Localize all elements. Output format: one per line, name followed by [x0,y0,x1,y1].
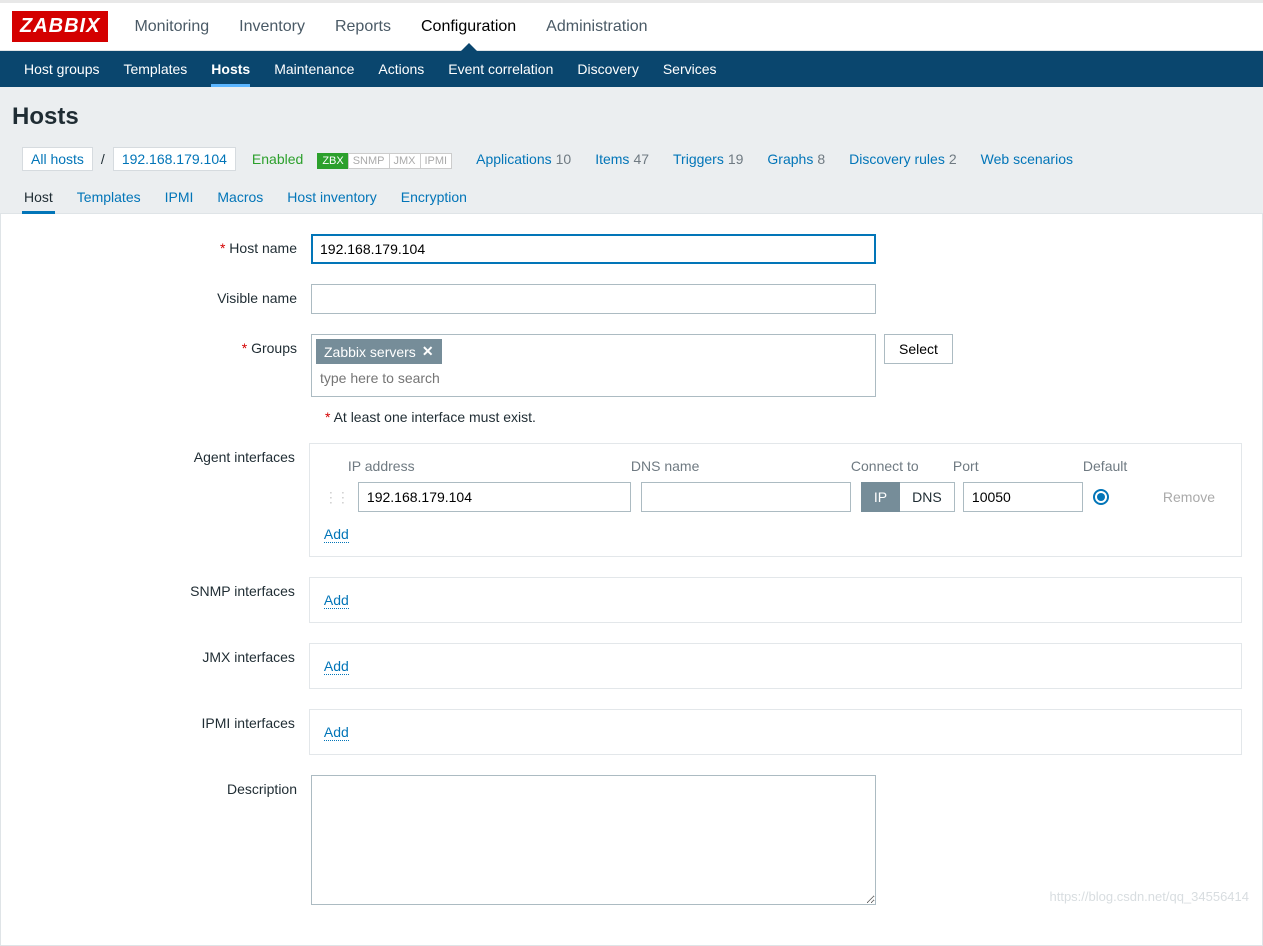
remove-interface-link: Remove [1163,489,1215,505]
main-nav: Monitoring Inventory Reports Configurati… [134,4,647,50]
agent-interfaces: IP address DNS name Connect to Port Defa… [309,443,1242,557]
nav-configuration[interactable]: Configuration [421,4,516,50]
connect-ip-button[interactable]: IP [861,482,900,512]
nav-monitoring[interactable]: Monitoring [134,4,209,50]
remove-tag-icon[interactable]: ✕ [422,343,434,360]
header-ip: IP address [348,458,621,474]
link-graphs[interactable]: Graphs8 [767,151,825,167]
header-default: Default [1083,458,1143,474]
groups-search-input[interactable] [316,364,516,392]
ipmi-interfaces: Add [309,709,1242,755]
groups-tagbox[interactable]: Zabbix servers ✕ [311,334,876,397]
agent-port-input[interactable] [963,482,1083,512]
subnav-host-groups[interactable]: Host groups [12,51,111,87]
status-enabled: Enabled [252,151,303,167]
tab-ipmi[interactable]: IPMI [163,181,196,213]
subnav-actions[interactable]: Actions [366,51,436,87]
group-tag[interactable]: Zabbix servers ✕ [316,339,442,364]
agent-interface-row: ⋮⋮ IP DNS Remove [324,482,1227,512]
sub-nav: Host groups Templates Hosts Maintenance … [0,51,1263,87]
proto-ipmi: IPMI [420,153,453,169]
subnav-event-correlation[interactable]: Event correlation [436,51,565,87]
description-label: Description [21,775,311,797]
agent-ip-input[interactable] [358,482,631,512]
interface-headers: IP address DNS name Connect to Port Defa… [324,458,1227,474]
subnav-templates[interactable]: Templates [111,51,199,87]
snmp-interfaces-label: SNMP interfaces [21,577,309,599]
tab-host[interactable]: Host [22,181,55,213]
default-radio[interactable] [1093,489,1109,505]
breadcrumb-host[interactable]: 192.168.179.104 [113,147,236,171]
add-jmx-interface-link[interactable]: Add [324,658,349,675]
tab-encryption[interactable]: Encryption [399,181,469,213]
form-tabs: Host Templates IPMI Macros Host inventor… [0,181,1263,214]
host-form: Host name Visible name Groups Zabbix ser… [0,214,1263,946]
proto-snmp: SNMP [348,153,390,169]
tab-macros[interactable]: Macros [215,181,265,213]
logo[interactable]: ZABBIX [12,11,108,42]
host-name-label: Host name [21,234,311,256]
connect-toggle: IP DNS [861,482,953,512]
interface-required-note: * At least one interface must exist. [325,409,1242,425]
proto-zbx: ZBX [317,153,348,169]
header-connect: Connect to [851,458,943,474]
proto-badges: ZBXSNMPJMXIPMI [311,151,452,167]
drag-handle-icon[interactable]: ⋮⋮ [324,489,348,506]
groups-label: Groups [21,334,311,356]
add-snmp-interface-link[interactable]: Add [324,592,349,609]
tab-templates[interactable]: Templates [75,181,143,213]
subnav-discovery[interactable]: Discovery [565,51,650,87]
add-agent-interface-link[interactable]: Add [324,526,349,543]
description-textarea[interactable] [311,775,876,905]
link-discovery-rules[interactable]: Discovery rules2 [849,151,957,167]
breadcrumb-all-hosts[interactable]: All hosts [22,147,93,171]
nav-reports[interactable]: Reports [335,4,391,50]
page-title: Hosts [0,87,1263,141]
header-port: Port [953,458,1073,474]
host-name-input[interactable] [311,234,876,264]
breadcrumb: All hosts / 192.168.179.104 Enabled ZBXS… [0,141,1263,181]
agent-dns-input[interactable] [641,482,851,512]
header-dns: DNS name [631,458,841,474]
link-triggers[interactable]: Triggers19 [673,151,743,167]
proto-jmx: JMX [389,153,421,169]
jmx-interfaces-label: JMX interfaces [21,643,309,665]
connect-dns-button[interactable]: DNS [900,482,955,512]
subnav-maintenance[interactable]: Maintenance [262,51,366,87]
link-applications[interactable]: Applications10 [476,151,571,167]
snmp-interfaces: Add [309,577,1242,623]
subnav-services[interactable]: Services [651,51,729,87]
breadcrumb-sep: / [101,151,105,167]
select-groups-button[interactable]: Select [884,334,953,364]
topbar: ZABBIX Monitoring Inventory Reports Conf… [0,0,1263,51]
tab-host-inventory[interactable]: Host inventory [285,181,378,213]
agent-interfaces-label: Agent interfaces [21,443,309,465]
link-items[interactable]: Items47 [595,151,649,167]
visible-name-label: Visible name [21,284,311,306]
nav-inventory[interactable]: Inventory [239,4,305,50]
ipmi-interfaces-label: IPMI interfaces [21,709,309,731]
subnav-hosts[interactable]: Hosts [199,51,262,87]
add-ipmi-interface-link[interactable]: Add [324,724,349,741]
group-tag-label: Zabbix servers [324,344,416,360]
visible-name-input[interactable] [311,284,876,314]
jmx-interfaces: Add [309,643,1242,689]
link-web-scenarios[interactable]: Web scenarios [981,151,1077,167]
nav-administration[interactable]: Administration [546,4,647,50]
